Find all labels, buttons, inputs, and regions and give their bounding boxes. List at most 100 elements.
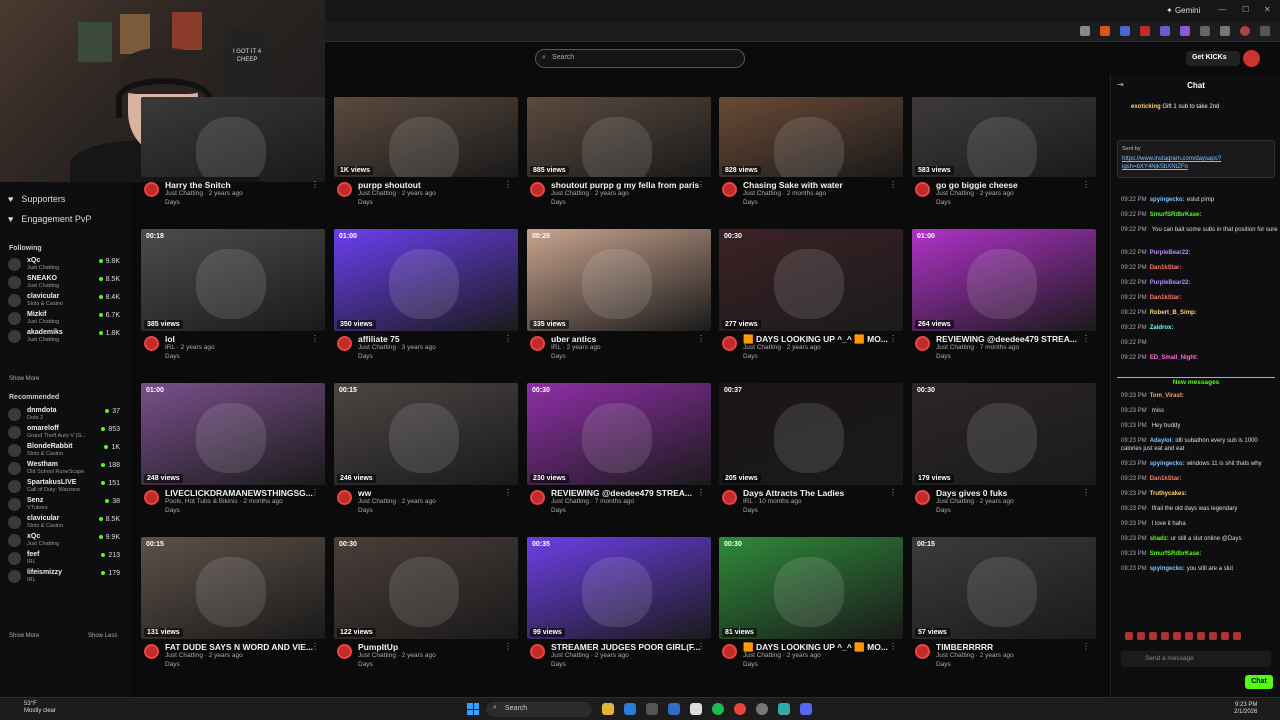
more-options-icon[interactable]: ⋮	[311, 488, 319, 497]
emote-icon[interactable]	[1161, 632, 1169, 640]
extension-icon[interactable]	[1200, 26, 1210, 36]
chat-message[interactable]: 09:23 PM shadz: ur still a slut online @Da…	[1121, 535, 1279, 543]
clip-channel[interactable]: Days	[743, 507, 758, 514]
clip-card[interactable]: 01:00 350 views affiliate 75 Just Chatting …	[334, 229, 518, 372]
chrome-icon[interactable]	[734, 703, 746, 715]
extension-icon[interactable]	[1120, 26, 1130, 36]
more-options-icon[interactable]: ⋮	[697, 180, 705, 189]
close-icon[interactable]: ✕	[1264, 5, 1271, 14]
steam-icon[interactable]	[668, 703, 680, 715]
clip-channel[interactable]: Days	[165, 199, 180, 206]
gemini-button[interactable]: ✦ Gemini	[1166, 6, 1200, 15]
clip-card[interactable]: 00:35 99 views STREAMER JUDGES POOR GIRL(F…	[527, 537, 711, 680]
search-input[interactable]: ⌕ Search	[535, 49, 745, 68]
chat-message[interactable]: 09:23 PM Adaylol: ldll subathon every sub …	[1121, 437, 1279, 453]
sidebar-channel[interactable]: Westham Old School RuneScape 188	[8, 460, 122, 478]
profile-icon[interactable]	[1240, 26, 1250, 36]
chat-message[interactable]: 09:23 PM spyingecko: you still are a slut	[1121, 565, 1279, 573]
channel-avatar[interactable]	[915, 336, 930, 351]
clip-channel[interactable]: Days	[358, 199, 373, 206]
clip-title[interactable]: REVIEWING @deedee479 STREA...	[936, 334, 1086, 344]
emote-icon[interactable]	[1149, 632, 1157, 640]
more-options-icon[interactable]: ⋮	[504, 180, 512, 189]
weather-widget[interactable]: 53°F Mostly clear	[24, 701, 56, 715]
clip-card[interactable]: 00:15 131 views FAT DUDE SAYS N WORD AND V…	[141, 537, 325, 680]
clip-title[interactable]: PumpItUp	[358, 642, 508, 652]
more-options-icon[interactable]: ⋮	[697, 488, 705, 497]
nav-supporters[interactable]: ♥ Supporters	[8, 194, 65, 204]
more-options-icon[interactable]: ⋮	[697, 642, 705, 651]
clip-channel[interactable]: Days	[743, 661, 758, 668]
clip-channel[interactable]: Days	[551, 507, 566, 514]
new-messages-divider[interactable]: New messages	[1117, 377, 1275, 387]
maximize-icon[interactable]: ☐	[1242, 5, 1249, 14]
clip-channel[interactable]: Days	[165, 507, 180, 514]
chat-username[interactable]: PurpleBear22:	[1150, 250, 1191, 256]
more-options-icon[interactable]: ⋮	[1082, 642, 1090, 651]
more-options-icon[interactable]: ⋮	[889, 180, 897, 189]
chat-username[interactable]: Truthycakes:	[1150, 491, 1187, 497]
clip-title[interactable]: ww	[358, 488, 508, 498]
clip-title[interactable]: Days gives 0 fuks	[936, 488, 1086, 498]
extension-icon[interactable]	[1220, 26, 1230, 36]
clip-title[interactable]: TIMBERRRRR	[936, 642, 1086, 652]
chat-message[interactable]: 09:23 PM spyingecko: windows 11 is shit th…	[1121, 460, 1279, 468]
clip-title[interactable]: lol	[165, 334, 315, 344]
chat-username[interactable]: spyingecko:	[1150, 461, 1185, 467]
channel-avatar[interactable]	[530, 182, 545, 197]
clip-card[interactable]: Harry the Snitch Just Chatting · 2 years …	[141, 75, 325, 218]
chat-username[interactable]: Dan1kStar:	[1150, 476, 1182, 482]
chat-username[interactable]: Robert_B_Simp:	[1150, 310, 1197, 316]
channel-avatar[interactable]	[915, 490, 930, 505]
extension-icon[interactable]	[1180, 26, 1190, 36]
clip-card[interactable]: 583 views go go biggie cheese Just Chattin…	[912, 75, 1096, 218]
clip-card[interactable]: 1K views purpp shoutout Just Chatting · 2 …	[334, 75, 518, 218]
show-more-recommended[interactable]: Show More	[9, 633, 39, 639]
sidebar-channel[interactable]: akademiks Just Chatting 1.8K	[8, 328, 122, 346]
emote-icon[interactable]	[1173, 632, 1181, 640]
sidebar-channel[interactable]: dnmdota Dota 2 37	[8, 406, 122, 424]
clip-thumbnail[interactable]: 00:15 131 views	[141, 537, 325, 639]
user-avatar[interactable]	[1243, 50, 1260, 67]
chat-message[interactable]: 09:23 PM Ifrail the old days was legendar…	[1121, 505, 1279, 513]
chat-username[interactable]: Dan1kStar:	[1150, 295, 1182, 301]
more-options-icon[interactable]: ⋮	[504, 334, 512, 343]
clip-channel[interactable]: Days	[358, 353, 373, 360]
more-options-icon[interactable]: ⋮	[311, 642, 319, 651]
emote-icon[interactable]	[1137, 632, 1145, 640]
channel-avatar[interactable]	[144, 336, 159, 351]
menu-icon[interactable]	[1260, 26, 1270, 36]
clip-title[interactable]: LIVECLICKDRAMANEWSTHINGSG...	[165, 488, 315, 498]
clip-card[interactable]: 00:18 385 views lol IRL · 2 years ago Days ⋮	[141, 229, 325, 372]
chat-message[interactable]: 09:23 PM Tom_Virast:	[1121, 392, 1279, 400]
app-icon[interactable]	[690, 703, 702, 715]
sidebar-channel[interactable]: SNEAKO Just Chatting 8.5K	[8, 274, 122, 292]
spotify-icon[interactable]	[712, 703, 724, 715]
clip-channel[interactable]: Days	[936, 353, 951, 360]
channel-avatar[interactable]	[144, 182, 159, 197]
more-options-icon[interactable]: ⋮	[504, 642, 512, 651]
channel-avatar[interactable]	[915, 182, 930, 197]
clip-title[interactable]: REVIEWING @deedee479 STREA...	[551, 488, 701, 498]
more-options-icon[interactable]: ⋮	[697, 334, 705, 343]
chat-message[interactable]: 09:23 PM Truthycakes:	[1121, 490, 1279, 498]
emote-icon[interactable]	[1197, 632, 1205, 640]
chat-message[interactable]: 09:22 PM SmurfSRdbrKase:	[1121, 211, 1279, 219]
extension-icon[interactable]	[1160, 26, 1170, 36]
clip-thumbnail[interactable]	[141, 97, 325, 177]
send-message-input[interactable]: Send a message	[1121, 651, 1271, 667]
clip-title[interactable]: STREAMER JUDGES POOR GIRL(F...	[551, 642, 701, 652]
sidebar-channel[interactable]: omareloff Grand Theft Auto V (G... 853	[8, 424, 122, 442]
clip-card[interactable]: 00:15 57 views TIMBERRRRR Just Chatting · 2…	[912, 537, 1096, 680]
clip-channel[interactable]: Days	[551, 199, 566, 206]
sidebar-channel[interactable]: SpartakusLIVE Call of Duty: Warzone 151	[8, 478, 122, 496]
clip-channel[interactable]: Days	[165, 661, 180, 668]
more-options-icon[interactable]: ⋮	[1082, 334, 1090, 343]
clip-thumbnail[interactable]: 00:30 81 views	[719, 537, 903, 639]
emote-icon[interactable]	[1233, 632, 1241, 640]
star-icon[interactable]	[1080, 26, 1090, 36]
channel-avatar[interactable]	[915, 644, 930, 659]
app-icon[interactable]	[756, 703, 768, 715]
gift-banner[interactable]: exoticking Gift 1 sub to take 2nd	[1131, 104, 1219, 110]
chat-username[interactable]: Tom_Virast:	[1150, 393, 1184, 399]
